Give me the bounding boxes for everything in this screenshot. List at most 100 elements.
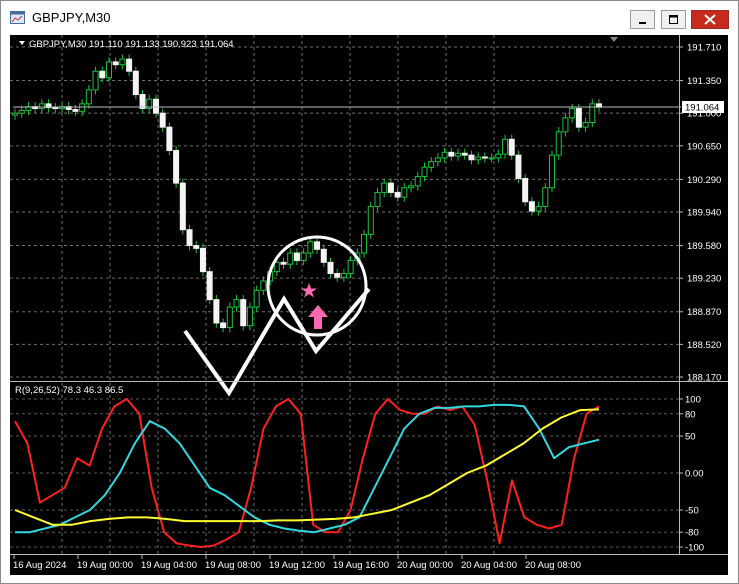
candle-body xyxy=(320,248,327,263)
current-price-label: 191.064 xyxy=(685,103,719,114)
candle-body xyxy=(475,156,482,161)
price-tick-label: 191.710 xyxy=(687,43,721,54)
candle-body xyxy=(468,154,475,161)
candle-body xyxy=(246,306,253,327)
candle-body xyxy=(226,306,233,329)
candle-body xyxy=(327,261,334,275)
time-tick-label: 20 Aug 04:00 xyxy=(461,560,517,571)
candle-body xyxy=(455,152,462,157)
candle-body xyxy=(126,58,133,72)
candle-body xyxy=(495,153,502,159)
candle-body xyxy=(361,233,368,254)
indicator-tick-label: 0.00 xyxy=(685,469,704,480)
candle-body xyxy=(193,245,200,249)
candle-body xyxy=(401,187,408,198)
candle-body xyxy=(287,252,294,265)
candle-body xyxy=(381,182,388,193)
candle-body xyxy=(542,187,549,207)
candle-body xyxy=(132,70,139,96)
time-tick-label: 19 Aug 16:00 xyxy=(333,560,389,571)
candle-body xyxy=(92,70,99,91)
candle-body xyxy=(569,108,576,119)
candle-body xyxy=(414,176,421,187)
candle-body xyxy=(233,299,240,308)
candle-body xyxy=(394,191,401,198)
price-chart[interactable]: GBPJPY,M30 191.110 191.133 190.923 191.0… xyxy=(1,1,738,583)
price-tick-label: 189.230 xyxy=(687,274,721,285)
chart-background xyxy=(10,35,728,575)
candle-body xyxy=(441,151,448,159)
indicator-label: R(9,26,52) 78.3 46.3 86.5 xyxy=(15,385,123,396)
candle-body xyxy=(448,151,455,157)
candle-body xyxy=(307,241,314,254)
candle-body xyxy=(72,108,79,112)
candle-body xyxy=(12,112,18,116)
candle-body xyxy=(461,152,468,156)
candle-body xyxy=(112,61,119,66)
candle-body xyxy=(549,154,556,189)
candle-body xyxy=(186,229,193,247)
candle-body xyxy=(85,89,92,105)
price-tick-label: 188.870 xyxy=(687,307,721,318)
candle-body xyxy=(575,108,582,128)
candle-body xyxy=(213,299,220,324)
indicator-tick-label: 80 xyxy=(685,409,696,420)
candle-body xyxy=(522,177,529,203)
indicator-tick-label: -50 xyxy=(685,506,699,517)
candle-body xyxy=(428,161,435,168)
candle-body xyxy=(38,103,45,110)
candle-body xyxy=(173,149,180,184)
candle-body xyxy=(515,154,522,179)
price-tick-label: 189.940 xyxy=(687,208,721,219)
chart-header: GBPJPY,M30 191.110 191.133 190.923 191.0… xyxy=(29,39,234,50)
time-tick-label: 20 Aug 08:00 xyxy=(525,560,581,571)
indicator-tick-label: 100 xyxy=(685,395,701,406)
candle-body xyxy=(508,138,515,156)
candle-body xyxy=(166,126,173,151)
candle-body xyxy=(408,185,415,189)
price-tick-label: 188.520 xyxy=(687,340,721,351)
candle-body xyxy=(206,271,213,301)
candle-body xyxy=(152,98,159,114)
candle-body xyxy=(159,112,166,128)
candle-body xyxy=(314,241,321,250)
indicator-tick-label: -80 xyxy=(685,528,699,539)
candle-body xyxy=(199,247,206,273)
candle-body xyxy=(387,182,394,193)
price-tick-label: 190.650 xyxy=(687,141,721,152)
price-tick-label: 190.290 xyxy=(687,175,721,186)
candle-body xyxy=(18,109,25,114)
candle-body xyxy=(562,117,569,133)
candle-body xyxy=(253,289,260,308)
candle-body xyxy=(179,182,186,231)
chart-window: GBPJPY,M30 GBPJPY,M30 191.110 191.133 19… xyxy=(0,0,739,584)
candle-body xyxy=(79,103,86,112)
candle-body xyxy=(367,205,374,235)
price-tick-label: 189.580 xyxy=(687,241,721,252)
candle-body xyxy=(374,191,381,207)
candle-body xyxy=(52,107,59,110)
candle-body xyxy=(280,261,287,265)
candle-body xyxy=(300,252,307,261)
candle-body xyxy=(240,299,247,327)
candle-body xyxy=(555,131,562,156)
candle-body xyxy=(582,122,589,128)
candle-body xyxy=(421,166,428,178)
candle-body xyxy=(220,322,227,329)
candle-body xyxy=(340,273,347,278)
candle-body xyxy=(528,201,535,212)
candle-body xyxy=(105,61,112,79)
time-tick-label: 16 Aug 2024 xyxy=(13,560,66,571)
candle-body xyxy=(488,157,495,160)
indicator-tick-label: 50 xyxy=(685,432,696,443)
candle-body xyxy=(273,261,280,273)
candle-body xyxy=(99,70,106,79)
price-tick-label: 191.350 xyxy=(687,76,721,87)
candle-body xyxy=(293,252,300,261)
candle-body xyxy=(535,205,542,212)
time-tick-label: 19 Aug 08:00 xyxy=(205,560,261,571)
candle-body xyxy=(481,156,488,159)
time-tick-label: 20 Aug 00:00 xyxy=(397,560,453,571)
time-tick-label: 19 Aug 04:00 xyxy=(141,560,197,571)
candle-body xyxy=(260,280,267,291)
